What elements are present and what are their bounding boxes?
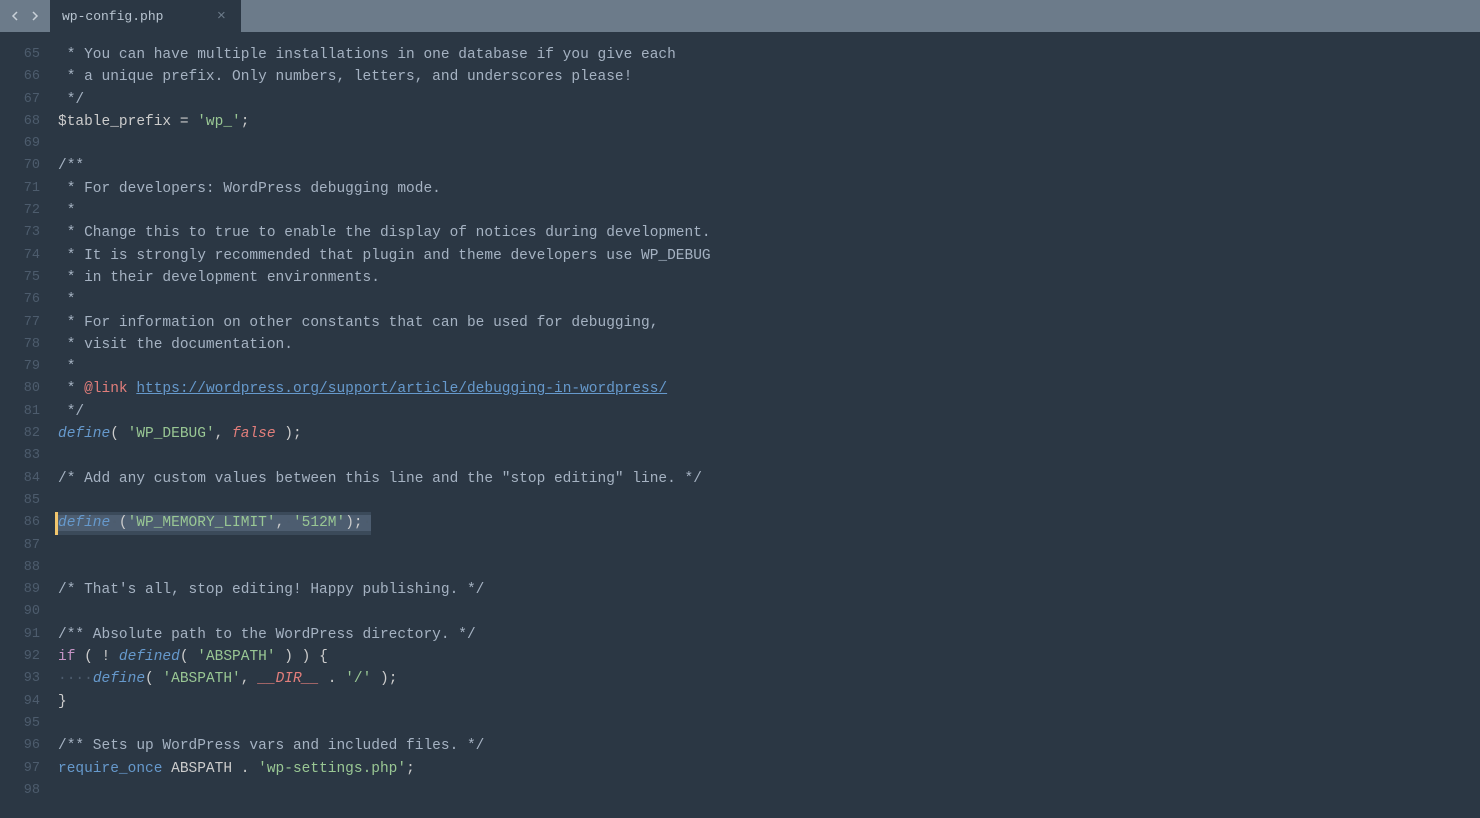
- line-number: 87: [0, 535, 40, 557]
- code-line[interactable]: * For developers: WordPress debugging mo…: [58, 178, 1480, 200]
- line-number: 82: [0, 423, 40, 445]
- line-number: 90: [0, 601, 40, 623]
- code-line[interactable]: * a unique prefix. Only numbers, letters…: [58, 66, 1480, 88]
- code-line[interactable]: if ( ! defined( 'ABSPATH' ) ) {: [58, 646, 1480, 668]
- code-line[interactable]: define·('WP_MEMORY_LIMIT',·'512M');·: [58, 512, 1480, 534]
- close-icon[interactable]: ×: [213, 8, 229, 24]
- code-line[interactable]: * It is strongly recommended that plugin…: [58, 245, 1480, 267]
- line-number: 78: [0, 334, 40, 356]
- line-number: 86: [0, 512, 40, 534]
- line-number: 73: [0, 222, 40, 244]
- line-number: 76: [0, 289, 40, 311]
- code-line[interactable]: */: [58, 89, 1480, 111]
- code-line[interactable]: ····define( 'ABSPATH', __DIR__ . '/' );: [58, 668, 1480, 690]
- line-number: 85: [0, 490, 40, 512]
- code-line[interactable]: * For information on other constants tha…: [58, 312, 1480, 334]
- code-line[interactable]: [58, 557, 1480, 579]
- line-number: 74: [0, 245, 40, 267]
- file-tab[interactable]: wp-config.php ×: [50, 0, 241, 32]
- code-line[interactable]: */: [58, 401, 1480, 423]
- code-line[interactable]: *: [58, 356, 1480, 378]
- code-line[interactable]: /** Absolute path to the WordPress direc…: [58, 624, 1480, 646]
- tab-title: wp-config.php: [62, 9, 163, 24]
- line-number: 65: [0, 44, 40, 66]
- nav-arrows: [0, 0, 50, 32]
- line-number: 89: [0, 579, 40, 601]
- line-number: 98: [0, 780, 40, 802]
- line-number: 96: [0, 735, 40, 757]
- code-line[interactable]: [58, 713, 1480, 735]
- line-number: 91: [0, 624, 40, 646]
- code-line[interactable]: * visit the documentation.: [58, 334, 1480, 356]
- code-line[interactable]: [58, 601, 1480, 623]
- code-line[interactable]: * Change this to true to enable the disp…: [58, 222, 1480, 244]
- code-area[interactable]: * You can have multiple installations in…: [58, 32, 1480, 818]
- code-line[interactable]: [58, 535, 1480, 557]
- code-line[interactable]: }: [58, 691, 1480, 713]
- code-line[interactable]: * You can have multiple installations in…: [58, 44, 1480, 66]
- editor: 6566676869707172737475767778798081828384…: [0, 32, 1480, 818]
- line-number: 75: [0, 267, 40, 289]
- code-line[interactable]: *: [58, 289, 1480, 311]
- line-number: 94: [0, 691, 40, 713]
- title-bar: wp-config.php ×: [0, 0, 1480, 32]
- code-line[interactable]: [58, 445, 1480, 467]
- scrollbar[interactable]: [1466, 32, 1478, 818]
- line-number: 80: [0, 378, 40, 400]
- code-line[interactable]: * @link https://wordpress.org/support/ar…: [58, 378, 1480, 400]
- line-number: 92: [0, 646, 40, 668]
- code-line[interactable]: $table_prefix = 'wp_';: [58, 111, 1480, 133]
- line-number: 77: [0, 312, 40, 334]
- line-number: 88: [0, 557, 40, 579]
- code-line[interactable]: [58, 490, 1480, 512]
- line-number: 71: [0, 178, 40, 200]
- line-number: 67: [0, 89, 40, 111]
- line-number: 69: [0, 133, 40, 155]
- code-line[interactable]: /**: [58, 155, 1480, 177]
- code-line[interactable]: * in their development environments.: [58, 267, 1480, 289]
- line-number: 68: [0, 111, 40, 133]
- code-line[interactable]: /* Add any custom values between this li…: [58, 468, 1480, 490]
- line-number: 81: [0, 401, 40, 423]
- line-number: 72: [0, 200, 40, 222]
- line-number: 93: [0, 668, 40, 690]
- code-line[interactable]: /* That's all, stop editing! Happy publi…: [58, 579, 1480, 601]
- nav-back-icon[interactable]: [6, 7, 24, 25]
- line-number: 95: [0, 713, 40, 735]
- line-number: 70: [0, 155, 40, 177]
- code-line[interactable]: define( 'WP_DEBUG', false );: [58, 423, 1480, 445]
- code-line[interactable]: [58, 133, 1480, 155]
- line-number: 83: [0, 445, 40, 467]
- code-line[interactable]: [58, 780, 1480, 802]
- line-number: 66: [0, 66, 40, 88]
- code-line[interactable]: require_once ABSPATH . 'wp-settings.php'…: [58, 758, 1480, 780]
- code-line[interactable]: *: [58, 200, 1480, 222]
- line-number: 84: [0, 468, 40, 490]
- code-line[interactable]: /** Sets up WordPress vars and included …: [58, 735, 1480, 757]
- nav-forward-icon[interactable]: [26, 7, 44, 25]
- line-number: 79: [0, 356, 40, 378]
- line-number: 97: [0, 758, 40, 780]
- gutter: 6566676869707172737475767778798081828384…: [0, 32, 58, 818]
